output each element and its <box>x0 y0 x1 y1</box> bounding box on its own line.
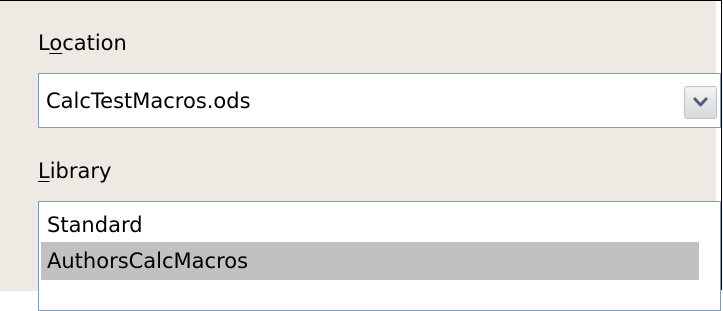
library-label-suffix: ibrary <box>49 159 112 183</box>
location-dropdown-button[interactable] <box>684 86 717 119</box>
location-dropdown[interactable]: CalcTestMacros.ods <box>38 73 721 128</box>
library-label-mnemonic: L <box>38 159 50 183</box>
library-list[interactable]: Standard AuthorsCalcMacros <box>38 201 721 311</box>
location-selected-value: CalcTestMacros.ods <box>46 89 251 113</box>
macro-organizer-panel: Location CalcTestMacros.ods Library Stan… <box>0 1 721 311</box>
library-item-standard[interactable]: Standard <box>41 206 699 244</box>
location-label: Location <box>38 33 127 54</box>
location-label-prefix: L <box>38 31 50 55</box>
chevron-down-icon <box>693 97 708 107</box>
location-label-mnemonic: o <box>49 31 63 55</box>
library-label: Library <box>38 161 111 182</box>
library-item-authorscalcmacros[interactable]: AuthorsCalcMacros <box>41 242 699 280</box>
location-label-suffix: cation <box>62 31 127 55</box>
